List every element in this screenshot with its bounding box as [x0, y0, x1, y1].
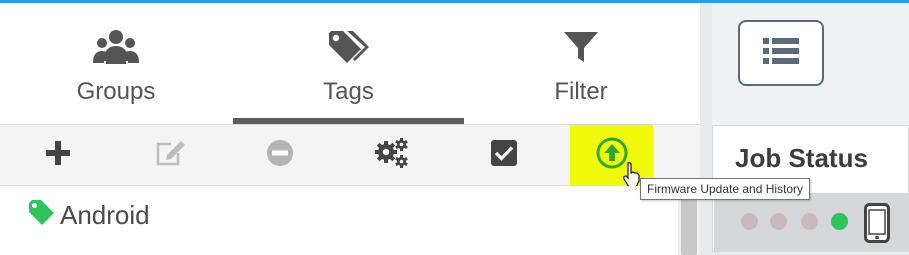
plus-icon — [45, 140, 71, 171]
tree-item-android[interactable]: Android — [28, 200, 150, 231]
list-view-button[interactable] — [738, 20, 824, 86]
tab-filter-label: Filter — [554, 78, 608, 105]
job-status-title: Job Status — [735, 143, 868, 173]
tag-settings-button[interactable] — [362, 125, 422, 185]
status-dot — [801, 213, 818, 230]
gears-icon — [375, 137, 409, 173]
tab-bar: Groups Tags Filter — [0, 3, 700, 125]
status-dot — [770, 213, 787, 230]
users-icon — [93, 29, 139, 74]
minus-circle-icon — [266, 139, 294, 172]
edit-icon — [154, 139, 186, 172]
tag-tree: Android — [0, 186, 700, 255]
left-panel: Groups Tags Filter Android — [0, 3, 700, 255]
scrollbar-thumb[interactable] — [681, 198, 697, 255]
tag-icon — [28, 200, 56, 231]
mobile-icon — [864, 203, 890, 248]
tab-tags[interactable]: Tags — [233, 3, 464, 124]
tab-tags-label: Tags — [323, 78, 374, 105]
tab-groups[interactable]: Groups — [33, 3, 199, 124]
tab-filter[interactable]: Filter — [500, 3, 662, 124]
tab-groups-label: Groups — [76, 78, 156, 105]
tree-item-label: Android — [60, 200, 150, 230]
edit-tag-button[interactable] — [140, 125, 200, 185]
status-dot — [741, 213, 758, 230]
list-icon — [763, 37, 799, 70]
select-all-button[interactable] — [474, 125, 534, 185]
status-dot-active — [831, 213, 848, 230]
checkbox-icon — [491, 139, 517, 171]
firmware-update-tooltip: Firmware Update and History — [640, 178, 811, 200]
active-tab-indicator — [233, 118, 464, 124]
add-tag-button[interactable] — [28, 125, 88, 185]
tags-icon — [327, 29, 371, 72]
remove-tag-button[interactable] — [250, 125, 310, 185]
toolbar — [0, 125, 700, 188]
filter-icon — [563, 29, 599, 70]
